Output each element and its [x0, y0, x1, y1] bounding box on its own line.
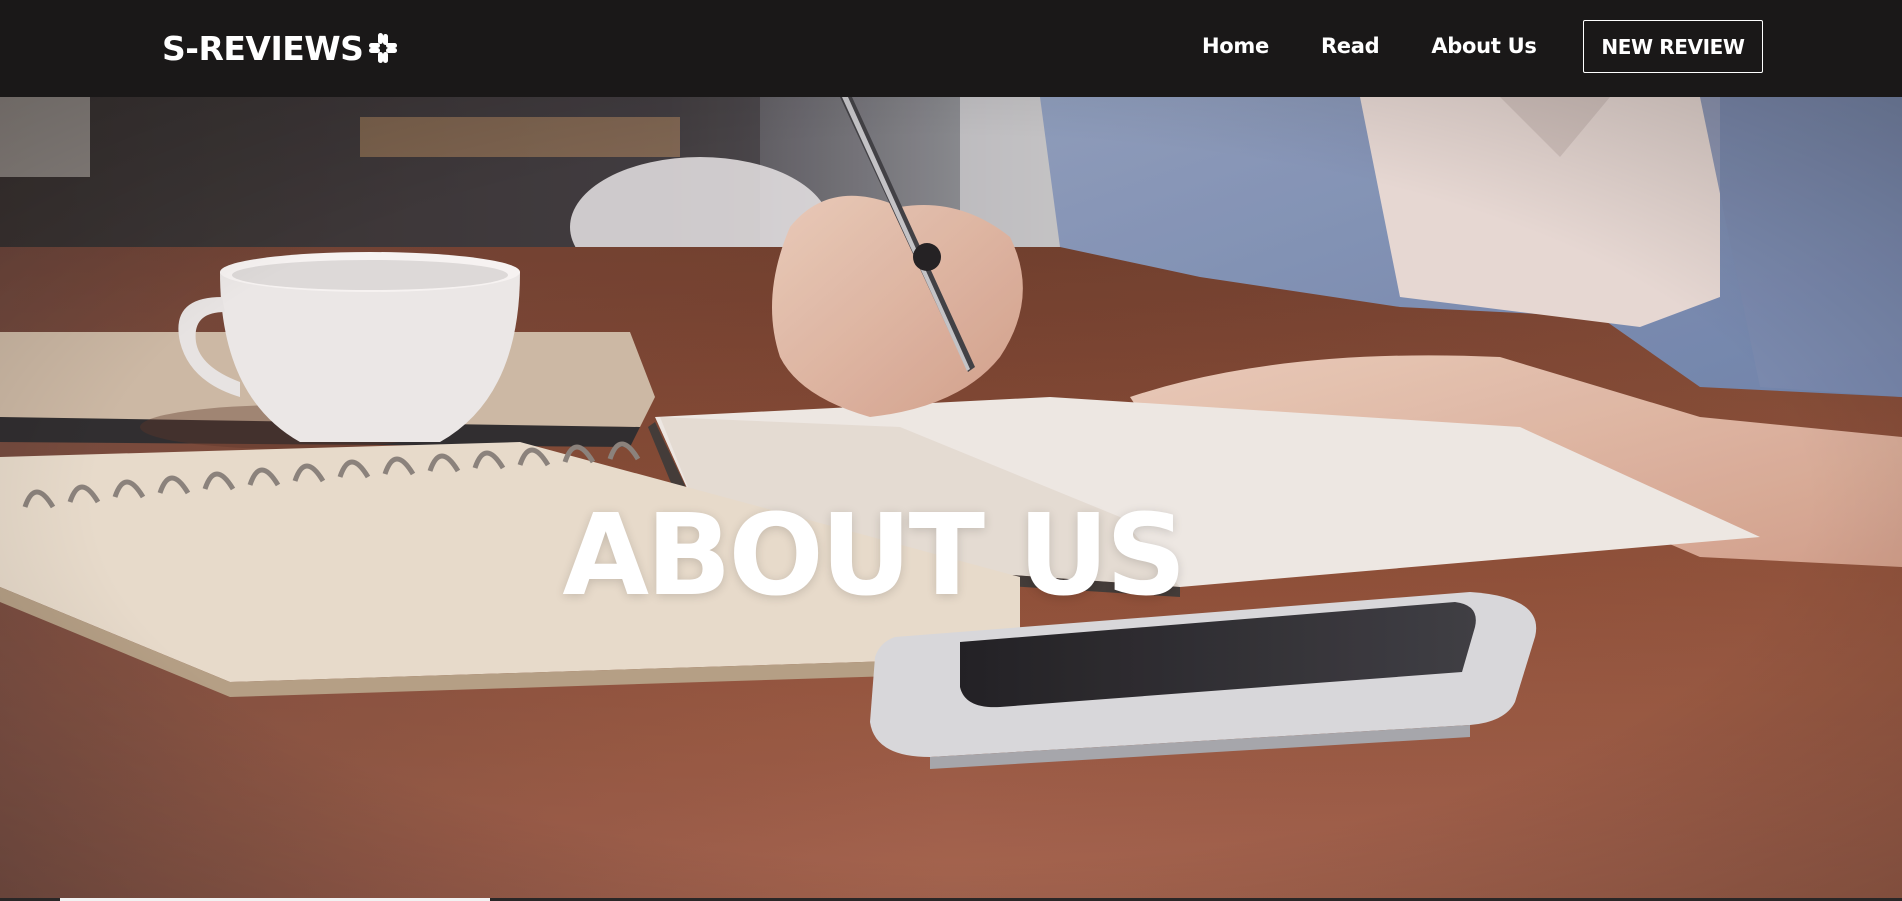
brand-logo-link[interactable]: S-REVIEWS [162, 26, 401, 70]
main-nav: Home Read About Us [1202, 34, 1537, 58]
page-title: ABOUT US [562, 491, 1186, 622]
hash-icon [365, 30, 401, 66]
nav-link-about-us[interactable]: About Us [1431, 34, 1536, 58]
top-navbar: S-REVIEWS Home Read About Us NEW REVIEW [0, 0, 1902, 97]
new-review-button[interactable]: NEW REVIEW [1583, 20, 1763, 73]
nav-link-read[interactable]: Read [1321, 34, 1380, 58]
hero-banner: ABOUT US [0, 97, 1902, 901]
brand-name: S-REVIEWS [162, 28, 364, 68]
nav-link-home[interactable]: Home [1202, 34, 1269, 58]
